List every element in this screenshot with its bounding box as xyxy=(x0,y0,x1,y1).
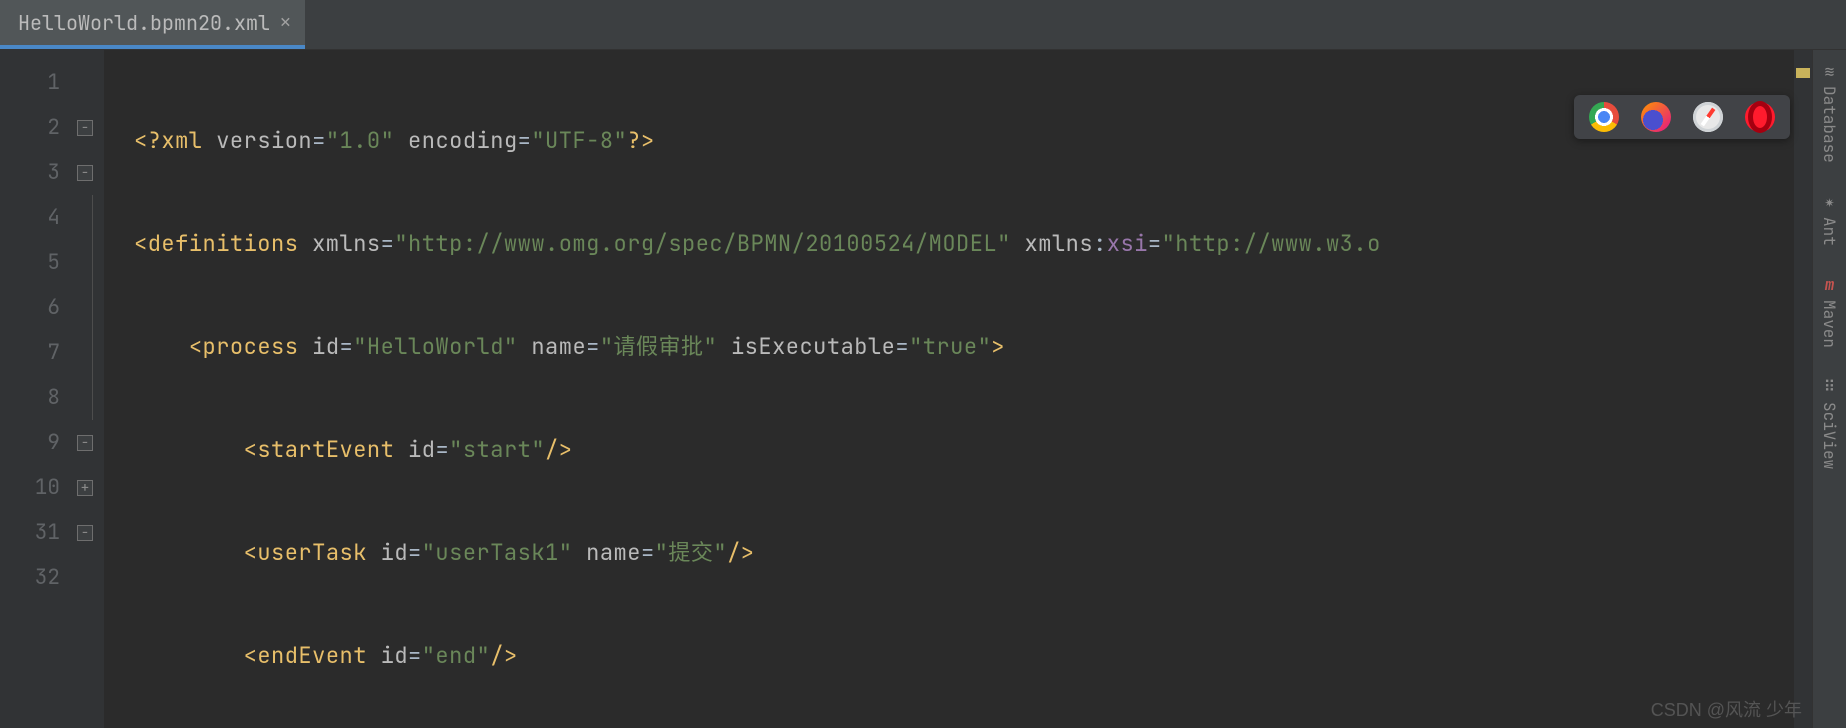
safari-icon[interactable] xyxy=(1692,101,1724,133)
code-line: <userTask id="userTask1" name="提交"/> xyxy=(134,530,1846,575)
line-number: 31 − xyxy=(0,510,104,555)
watermark-text: CSDN @风流 少年 xyxy=(1651,696,1802,722)
code-line: <endEvent id="end"/> xyxy=(134,633,1846,678)
warning-marker[interactable] xyxy=(1796,68,1810,78)
tab-bar: HelloWorld.bpmn20.xml ✕ xyxy=(0,0,1846,50)
fold-toggle-icon[interactable]: + xyxy=(77,480,93,496)
fold-toggle-icon[interactable]: − xyxy=(77,120,93,136)
tool-window-ant[interactable]: ✷Ant xyxy=(1819,193,1840,246)
file-tab[interactable]: HelloWorld.bpmn20.xml ✕ xyxy=(0,0,305,49)
line-number: 4 xyxy=(0,195,104,240)
tool-window-maven[interactable]: mMaven xyxy=(1819,276,1840,348)
line-number: 1 xyxy=(0,60,104,105)
line-number: 32 xyxy=(0,555,104,600)
line-number: 5 xyxy=(0,240,104,285)
line-number: 10 + xyxy=(0,465,104,510)
line-number: 7 xyxy=(0,330,104,375)
line-number: 9 − xyxy=(0,420,104,465)
close-icon[interactable]: ✕ xyxy=(280,11,291,34)
maven-icon: m xyxy=(1821,276,1839,294)
code-line: <startEvent id="start"/> xyxy=(134,427,1846,472)
firefox-icon[interactable] xyxy=(1640,101,1672,133)
code-editor[interactable]: <?xml version="1.0" encoding="UTF-8"?> <… xyxy=(104,50,1846,728)
line-number: 2 − xyxy=(0,105,104,150)
editor-area: 1 2 − 3 − 4 5 6 7 8 9 − 10 + 31 − 32 <?x… xyxy=(0,50,1846,728)
error-stripe[interactable] xyxy=(1794,50,1812,728)
code-line: <definitions xmlns="http://www.omg.org/s… xyxy=(134,221,1846,266)
gutter: 1 2 − 3 − 4 5 6 7 8 9 − 10 + 31 − 32 xyxy=(0,50,104,728)
right-toolbar: ≋Database ✷Ant mMaven ⠿SciView xyxy=(1812,50,1846,728)
fold-toggle-icon[interactable]: − xyxy=(77,525,93,541)
database-icon: ≋ xyxy=(1821,62,1839,80)
open-in-browser-popup xyxy=(1574,95,1790,139)
fold-toggle-icon[interactable]: − xyxy=(77,165,93,181)
opera-icon[interactable] xyxy=(1744,101,1776,133)
line-number: 8 xyxy=(0,375,104,420)
line-number: 6 xyxy=(0,285,104,330)
chrome-icon[interactable] xyxy=(1588,101,1620,133)
line-number: 3 − xyxy=(0,150,104,195)
code-line: <process id="HelloWorld" name="请假审批" isE… xyxy=(134,324,1846,369)
tool-window-sciview[interactable]: ⠿SciView xyxy=(1819,378,1840,469)
tab-filename: HelloWorld.bpmn20.xml xyxy=(18,10,270,36)
ant-icon: ✷ xyxy=(1821,193,1839,211)
sciview-icon: ⠿ xyxy=(1821,378,1839,396)
fold-toggle-icon[interactable]: − xyxy=(77,435,93,451)
tool-window-database[interactable]: ≋Database xyxy=(1819,62,1840,163)
